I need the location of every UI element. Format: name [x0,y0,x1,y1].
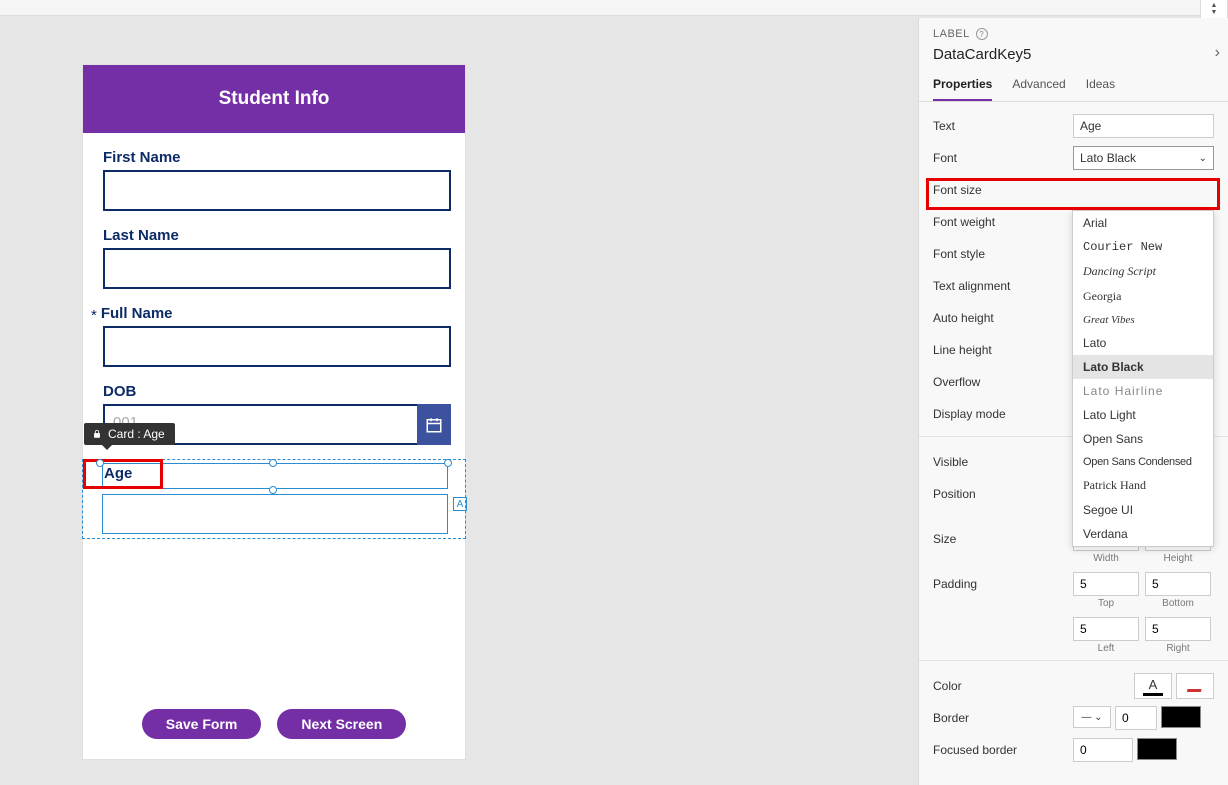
bucket-icon [1187,680,1203,692]
tab-ideas[interactable]: Ideas [1086,77,1115,101]
size-width-sublabel: Width [1073,553,1139,564]
padding-bottom-sublabel: Bottom [1145,598,1211,609]
font-option-arial[interactable]: Arial [1073,211,1213,235]
lock-icon [92,429,102,439]
padding-top-input[interactable] [1073,572,1139,596]
prop-font-size-label: Font size [933,183,1073,197]
label-last-name: Last Name [103,227,445,244]
label-first-name: First Name [103,149,445,166]
card-tooltip: Card : Age [84,423,175,445]
calendar-icon [425,416,443,434]
label-dob: DOB [103,383,445,400]
prop-text-align-label: Text alignment [933,279,1073,293]
prop-border-label: Border [933,711,1073,725]
label-full-name: Full Name [101,305,173,322]
prop-visible-label: Visible [933,455,1073,469]
font-option-great-vibes[interactable]: Great Vibes [1073,309,1213,331]
font-option-open-sans[interactable]: Open Sans [1073,427,1213,451]
required-star: * [91,307,97,324]
calendar-button[interactable] [417,404,451,445]
font-dropdown-list: Arial Courier New Dancing Script Georgia… [1072,210,1214,547]
collapse-panel-button[interactable]: › [1215,44,1220,62]
prop-font-label: Font [933,151,1073,165]
app-topbar: ▲▼ [0,0,1228,16]
prop-position-label: Position [933,487,1073,501]
font-option-lato-black[interactable]: Lato Black [1073,355,1213,379]
input-age[interactable] [102,494,448,534]
form-footer: Save Form Next Screen [83,709,465,739]
prop-text-input[interactable] [1073,114,1214,138]
font-option-georgia[interactable]: Georgia [1073,284,1213,309]
input-first-name[interactable] [103,170,451,211]
prop-font-style-label: Font style [933,247,1073,261]
font-color-letter: A [1149,677,1158,692]
font-option-open-sans-condensed[interactable]: Open Sans Condensed [1073,451,1213,473]
form-title: Student Info [83,65,465,133]
next-screen-button[interactable]: Next Screen [277,709,406,739]
selection-handle[interactable] [444,459,452,467]
size-height-sublabel: Height [1145,553,1211,564]
properties-panel: LABEL ? › DataCardKey5 Properties Advanc… [918,18,1228,785]
prop-focused-border-label: Focused border [933,743,1073,757]
tab-advanced[interactable]: Advanced [1012,77,1065,101]
canvas-form: Student Info First Name Last Name * Full… [82,64,466,760]
prop-overflow-label: Overflow [933,375,1073,389]
prop-size-label: Size [933,532,1073,546]
prop-font-weight-label: Font weight [933,215,1073,229]
font-dropdown-value: Lato Black [1080,151,1136,165]
border-width-input[interactable] [1115,706,1157,730]
font-option-lato-light[interactable]: Lato Light [1073,403,1213,427]
chevron-down-icon: ⌄ [1199,153,1207,164]
focused-border-color-swatch[interactable] [1137,738,1177,760]
element-type-badge: A [453,497,467,511]
font-option-lato[interactable]: Lato [1073,331,1213,355]
padding-right-sublabel: Right [1145,643,1211,654]
selection-handle[interactable] [269,459,277,467]
prop-text-label: Text [933,119,1073,133]
prop-line-height-label: Line height [933,343,1073,357]
font-color-button[interactable]: A [1134,673,1172,699]
save-form-button[interactable]: Save Form [142,709,262,739]
padding-left-sublabel: Left [1073,643,1139,654]
padding-top-sublabel: Top [1073,598,1139,609]
font-dropdown[interactable]: Lato Black ⌄ [1073,146,1214,170]
input-last-name[interactable] [103,248,451,289]
font-option-dancing-script[interactable]: Dancing Script [1073,259,1213,284]
tooltip-text: Card : Age [108,427,165,441]
padding-left-input[interactable] [1073,617,1139,641]
font-option-segoe-ui[interactable]: Segoe UI [1073,498,1213,522]
age-highlight-box [83,459,163,489]
focused-border-width-input[interactable] [1073,738,1133,762]
form-body: First Name Last Name * Full Name DOB 001 [83,133,465,693]
selection-handle[interactable] [269,486,277,494]
border-color-swatch[interactable] [1161,706,1201,728]
fill-color-button[interactable] [1176,673,1214,699]
padding-bottom-input[interactable] [1145,572,1211,596]
font-option-patrick-hand[interactable]: Patrick Hand [1073,473,1213,498]
topbar-expand-button[interactable]: ▲▼ [1200,0,1228,20]
help-icon[interactable]: ? [976,28,988,40]
font-option-lato-hairline[interactable]: Lato Hairline [1073,379,1213,403]
font-option-courier-new[interactable]: Courier New [1073,235,1213,259]
padding-right-input[interactable] [1145,617,1211,641]
prop-color-label: Color [933,679,1073,693]
font-option-verdana[interactable]: Verdana [1073,522,1213,546]
prop-auto-height-label: Auto height [933,311,1073,325]
tab-properties[interactable]: Properties [933,77,992,101]
border-style-dropdown[interactable]: — ⌄ [1073,706,1111,728]
panel-label-caption: LABEL [933,28,970,40]
prop-padding-label: Padding [933,577,1073,591]
selection-handle[interactable] [96,459,104,467]
selected-element-name: DataCardKey5 [933,46,1214,63]
prop-display-mode-label: Display mode [933,407,1073,421]
input-full-name[interactable] [103,326,451,367]
